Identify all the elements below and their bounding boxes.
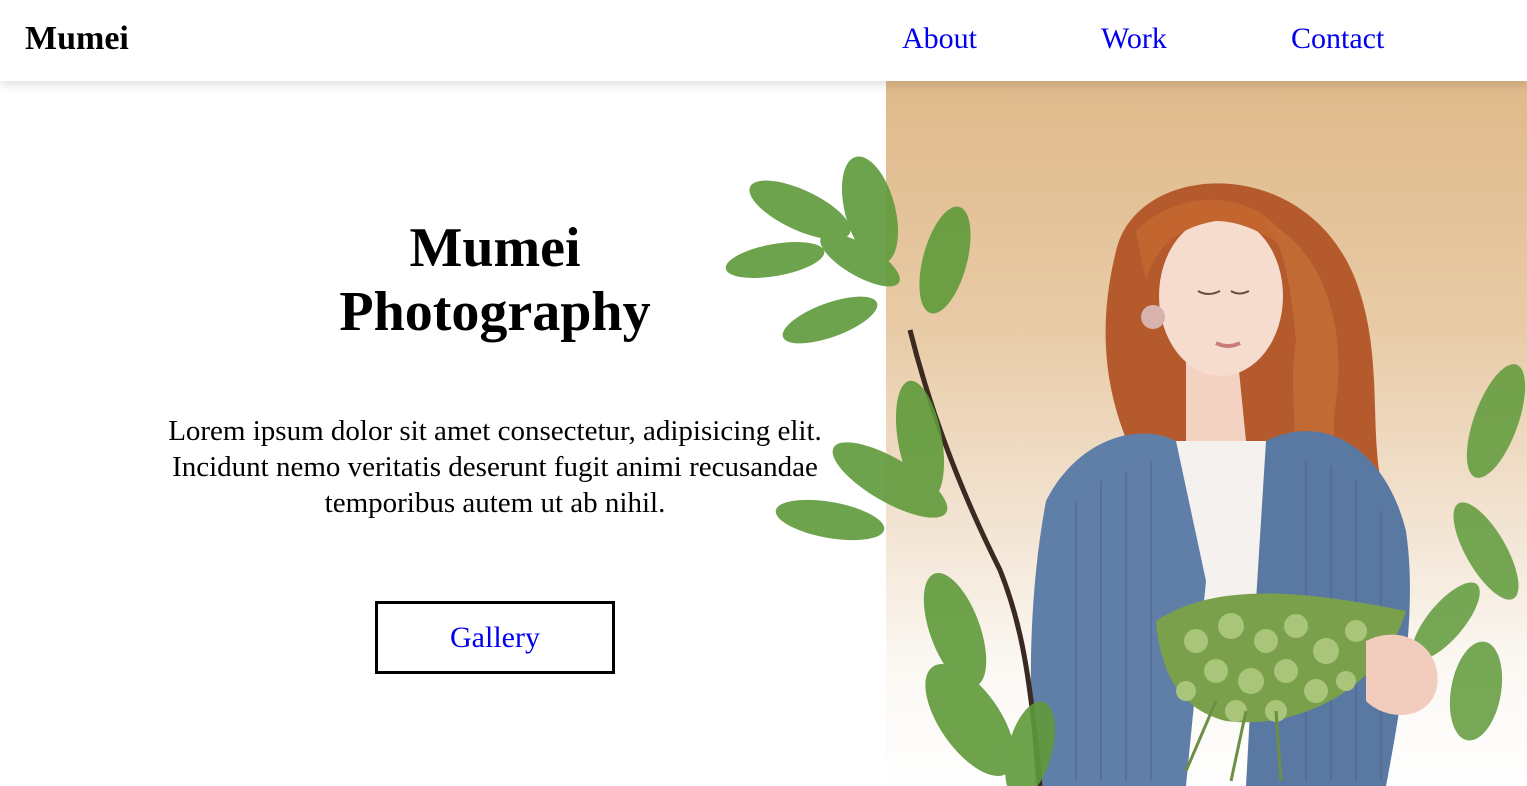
page: Mumei About Work Contact Mumei Photograp…	[0, 0, 1527, 786]
nav-link-about[interactable]: About	[902, 21, 977, 57]
hero-title: Mumei Photography	[245, 216, 745, 344]
leaf-branch-illustration	[725, 156, 1055, 786]
hero-title-line2: Photography	[339, 281, 651, 343]
site-header: Mumei About Work Contact	[0, 0, 1527, 81]
gallery-button[interactable]: Gallery	[375, 601, 615, 674]
hero-title-line1: Mumei	[409, 217, 581, 279]
brand-logo[interactable]: Mumei	[25, 19, 129, 59]
nav-link-work[interactable]: Work	[1101, 21, 1167, 57]
nav-link-contact[interactable]: Contact	[1291, 21, 1384, 57]
